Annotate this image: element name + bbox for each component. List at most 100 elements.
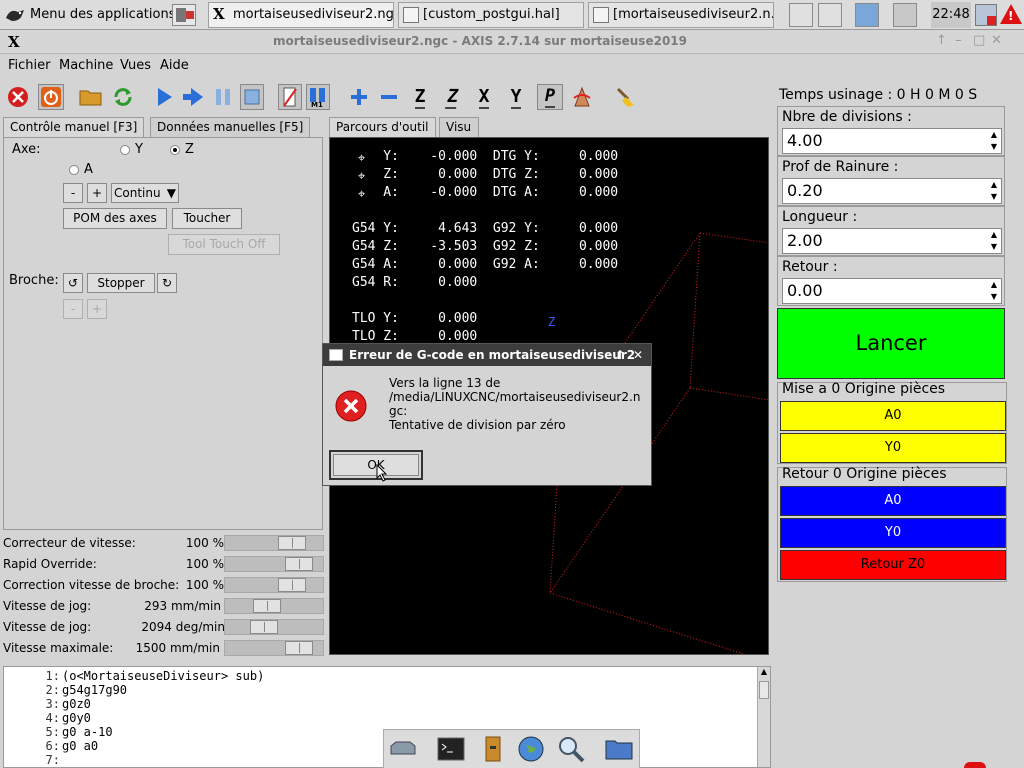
notification-icon[interactable] (964, 762, 986, 768)
power-icon[interactable] (38, 84, 64, 110)
gcode-line[interactable]: g54g17g90 (62, 683, 127, 697)
slider-thumb[interactable] (250, 620, 278, 634)
scroll-thumb[interactable] (759, 681, 769, 699)
search-icon[interactable] (556, 734, 586, 764)
touch-off-button[interactable]: Toucher (172, 208, 242, 229)
file-manager-icon[interactable] (604, 734, 634, 764)
clock[interactable]: 22:48 (931, 2, 971, 28)
jog-plus-button[interactable]: + (87, 183, 107, 203)
gcode-line[interactable]: (o<MortaiseuseDiviseur> sub) (62, 669, 264, 683)
optional-stop-icon[interactable]: M1 (306, 84, 330, 110)
slider-thumb[interactable] (285, 641, 313, 655)
pause-icon[interactable] (211, 84, 235, 110)
slider-track[interactable] (224, 640, 324, 656)
menu-vues[interactable]: Vues (120, 58, 151, 73)
dialog-shade-button[interactable]: ↑ (615, 344, 625, 366)
estop-icon[interactable] (6, 84, 30, 110)
menu-aide[interactable]: Aide (160, 58, 189, 73)
divisions-spinbox[interactable]: 4.00 ▲ ▼ (782, 128, 1002, 154)
zero-y0-button[interactable]: Y0 (780, 433, 1006, 463)
gcode-line[interactable]: g0z0 (62, 697, 91, 711)
window-maximize-button[interactable]: □ (973, 33, 985, 48)
window-menu-icon[interactable] (329, 349, 343, 361)
drive-icon[interactable] (388, 734, 418, 764)
zero-a0-button[interactable]: A0 (780, 401, 1006, 431)
run-icon[interactable] (152, 84, 176, 110)
axis-a-radio[interactable] (69, 165, 79, 175)
archive-icon[interactable] (478, 734, 508, 764)
return-z0-button[interactable]: Retour Z0 (780, 550, 1006, 580)
axis-z-radio[interactable] (170, 145, 180, 155)
network-icon[interactable] (975, 4, 997, 26)
app-menu-button[interactable]: Menu des applications (2, 2, 175, 28)
task-axis-window[interactable]: X mortaiseusediviseur2.ng... (208, 2, 394, 28)
tab-mdi[interactable]: Données manuelles [F5] (150, 117, 311, 137)
zoom-out-icon[interactable] (377, 84, 401, 110)
slider-thumb[interactable] (278, 578, 306, 592)
show-desktop-icon[interactable] (172, 4, 196, 26)
tab-manual-control[interactable]: Contrôle manuel [F3] (3, 117, 145, 137)
slider-track[interactable] (224, 619, 324, 635)
zoom-in-icon[interactable] (347, 84, 371, 110)
window-minimize-button[interactable]: – (955, 33, 962, 48)
home-axes-button[interactable]: POM des axes (63, 208, 167, 229)
web-browser-icon[interactable] (516, 734, 546, 764)
gcode-line[interactable]: g0y0 (62, 711, 91, 725)
rotate-icon[interactable] (570, 84, 594, 110)
spindle-plus-button[interactable]: + (87, 299, 107, 319)
workspace-icon[interactable] (789, 3, 813, 27)
tab-toolpath[interactable]: Parcours d'outil (329, 117, 436, 137)
window-shade-button[interactable]: ↑ (936, 33, 947, 48)
reload-icon[interactable] (110, 84, 136, 110)
tool-touch-off-button[interactable]: Tool Touch Off (168, 234, 280, 255)
slider-track[interactable] (224, 535, 324, 551)
menu-machine[interactable]: Machine (59, 58, 113, 73)
view-y-icon[interactable]: Y (504, 84, 528, 110)
length-spinbox[interactable]: 2.00 ▲ ▼ (782, 228, 1002, 254)
spin-arrows-icon[interactable]: ▲ ▼ (987, 179, 1001, 203)
spindle-stop-button[interactable]: Stopper (87, 273, 155, 293)
jog-mode-select[interactable]: Continu ▼ (111, 183, 179, 203)
block-delete-icon[interactable] (278, 84, 302, 110)
spin-arrows-icon[interactable]: ▲ ▼ (987, 129, 1001, 153)
scroll-up-icon[interactable]: ▲ (758, 667, 770, 679)
spindle-ccw-icon[interactable]: ↺ (63, 273, 83, 293)
open-file-icon[interactable] (78, 84, 104, 110)
view-z-icon[interactable]: Z (408, 84, 432, 110)
slider-track[interactable] (224, 577, 324, 593)
slider-track[interactable] (224, 598, 324, 614)
stop-icon[interactable] (240, 84, 264, 110)
groove-depth-spinbox[interactable]: 0.20 ▲ ▼ (782, 178, 1002, 204)
workspace-icon[interactable] (893, 3, 917, 27)
slider-thumb[interactable] (278, 536, 306, 550)
slider-thumb[interactable] (285, 557, 313, 571)
return-spinbox[interactable]: 0.00 ▲ ▼ (782, 278, 1002, 304)
workspace-active-icon[interactable] (855, 3, 879, 27)
gcode-line[interactable]: g0 a0 (62, 739, 98, 753)
dialog-close-button[interactable]: ✕ (633, 344, 643, 366)
tab-visu[interactable]: Visu (439, 117, 479, 137)
gcode-line[interactable]: g0 a-10 (62, 725, 113, 739)
spindle-cw-icon[interactable]: ↻ (157, 273, 177, 293)
slider-thumb[interactable] (253, 599, 281, 613)
return-a0-button[interactable]: A0 (780, 486, 1006, 516)
spin-arrows-icon[interactable]: ▲ ▼ (987, 279, 1001, 303)
step-icon[interactable] (180, 84, 206, 110)
gcode-scrollbar[interactable]: ▲ (757, 667, 770, 767)
terminal-icon[interactable] (436, 734, 466, 764)
launch-button[interactable]: Lancer (777, 308, 1005, 379)
workspace-icon[interactable] (818, 3, 842, 27)
view-p-icon[interactable]: P (537, 84, 563, 110)
menu-fichier[interactable]: Fichier (8, 58, 51, 73)
view-x-icon[interactable]: X (472, 84, 496, 110)
task-ngc-editor[interactable]: [mortaiseusediviseur2.n... (588, 2, 774, 28)
slider-track[interactable] (224, 556, 324, 572)
spin-arrows-icon[interactable]: ▲ ▼ (987, 229, 1001, 253)
view-z2-icon[interactable]: Z (440, 84, 464, 110)
axis-y-radio[interactable] (120, 145, 130, 155)
jog-minus-button[interactable]: - (63, 183, 83, 203)
spindle-minus-button[interactable]: - (63, 299, 83, 319)
task-hal-editor[interactable]: [custom_postgui.hal] (398, 2, 584, 28)
window-close-button[interactable]: ✕ (991, 33, 1002, 48)
clear-plot-icon[interactable] (613, 84, 637, 110)
